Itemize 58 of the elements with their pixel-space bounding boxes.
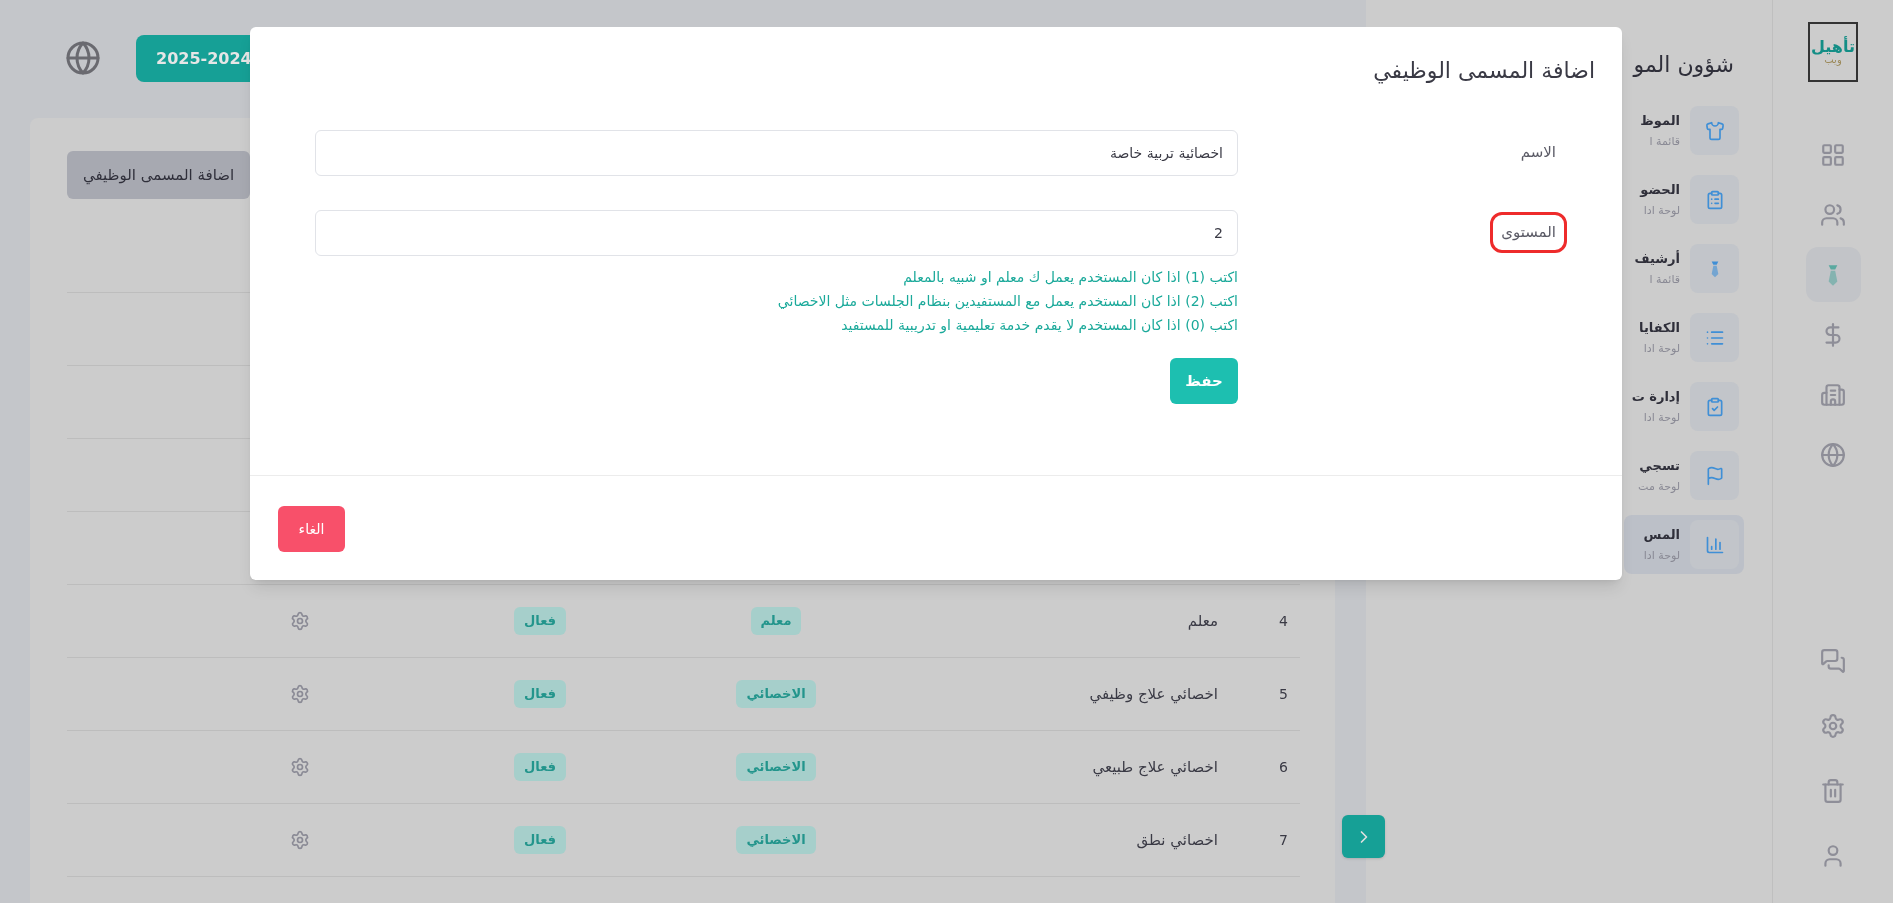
shirt-icon [1704, 120, 1725, 141]
status-badge: فعال [514, 753, 566, 781]
hint-text: اكتب (0) اذا كان المستخدم لا يقدم خدمة تعليمية او تدريبية للمستفيد [841, 316, 1238, 336]
sidebar-item[interactable]: الحضو لوحة ادا [1624, 170, 1744, 229]
rail-button[interactable] [1805, 247, 1861, 302]
logo-subtext: ويب [1824, 55, 1842, 65]
status-badge: فعال [514, 680, 566, 708]
sidebar-item-title: تسجي [1639, 456, 1680, 475]
text-field[interactable]: 2 [315, 210, 1238, 256]
sidebar-item[interactable]: الكفايا لوحة ادا [1624, 308, 1744, 367]
settings-icon[interactable] [290, 611, 310, 631]
type-badge: معلم [750, 607, 802, 635]
chart-icon [1704, 534, 1725, 555]
type-badge: الاخصائي [736, 753, 816, 781]
settings-icon[interactable] [290, 757, 310, 777]
collapse-button[interactable] [1342, 815, 1385, 858]
row-number: 6 [1279, 757, 1288, 777]
add-job-title-button[interactable]: اضافة المسمى الوظيفي [67, 151, 251, 199]
sidebar-item-subtitle: لوحة ادا [1643, 409, 1680, 426]
sidebar-title: شؤون المو [1633, 51, 1735, 79]
sidebar-item-title: الحضو [1640, 180, 1680, 199]
sidebar-item-title: المس [1643, 525, 1680, 544]
row-number: 7 [1279, 830, 1288, 850]
text-field[interactable]: اخصائية تربية خاصة [315, 130, 1238, 176]
status-badge: فعال [514, 607, 566, 635]
modal-title: اضافة المسمى الوظيفي [1373, 57, 1595, 86]
sidebar-item-title: الموظ [1640, 111, 1680, 130]
sidebar-item[interactable]: تسجي لوحة مت [1624, 446, 1744, 505]
globe-icon [1820, 441, 1846, 468]
row-number: 4 [1279, 611, 1288, 631]
building-icon [1820, 381, 1846, 408]
sidebar-item-subtitle: لوحة ادا [1643, 340, 1680, 357]
sidebar-item-title: الكفايا [1639, 318, 1680, 337]
sidebar-item-subtitle: لوحة ادا [1643, 202, 1680, 219]
hint-text: اكتب (1) اذا كان المستخدم يعمل ك معلم او شبيه بالمعلم [903, 268, 1238, 288]
type-badge: الاخصائي [736, 826, 816, 854]
settings-icon [1820, 712, 1846, 739]
trash-icon [1820, 777, 1846, 804]
sidebar-item-title: أرشيف [1634, 249, 1680, 268]
job-title-cell-text: معلم [1187, 610, 1218, 632]
settings-icon[interactable] [290, 830, 310, 850]
globe-icon [65, 40, 101, 76]
hint-text: اكتب (2) اذا كان المستخدم يعمل مع المستفيدين بنظام الجلسات مثل الاخصائي [777, 292, 1238, 312]
sidebar-item-title: إدارة ت [1631, 387, 1680, 406]
status-badge: فعال [514, 826, 566, 854]
settings-icon[interactable] [290, 684, 310, 704]
chat-icon [1820, 647, 1846, 674]
users-icon [1820, 201, 1846, 228]
row-number: 5 [1279, 684, 1288, 704]
job-title-cell-text: اخصائي علاج طبيعي [1092, 756, 1218, 779]
grid-icon [1820, 141, 1846, 168]
field-label: الاسم [1519, 142, 1557, 163]
field-label: المستوى [1490, 212, 1567, 253]
sidebar-item[interactable]: إدارة ت لوحة ادا [1624, 377, 1744, 436]
job-title-cell-text: اخصائي نطق [1136, 829, 1218, 852]
job-title-cell-text: اخصائي علاج وظيفي [1089, 683, 1218, 706]
type-badge: الاخصائي [736, 680, 816, 708]
sidebar-item-subtitle: لوحة مت [1638, 478, 1680, 495]
